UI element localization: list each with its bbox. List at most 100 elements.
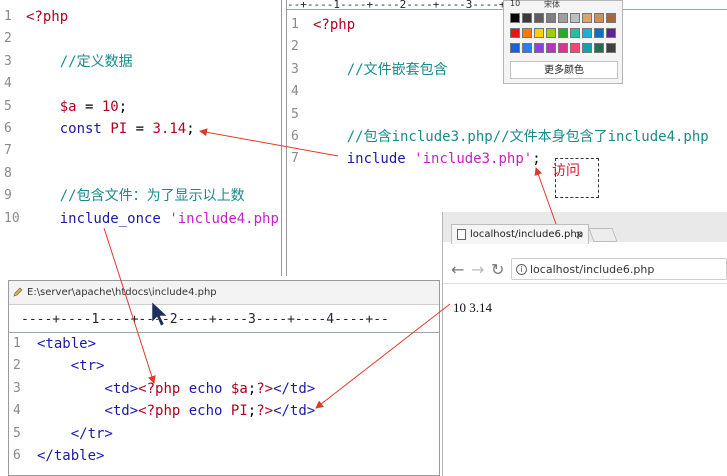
bottom-line-5[interactable]: 5 </tr>	[9, 423, 439, 445]
color-swatch[interactable]	[558, 28, 568, 38]
tab-strip: localhost/include6.php ×	[443, 212, 727, 244]
bottom-line-6[interactable]: 6 </table>	[9, 445, 439, 467]
include4-editor-window[interactable]: E:\server\apache\htdocs\include4.php ---…	[8, 280, 440, 476]
line-number: 2	[13, 358, 21, 374]
color-swatch[interactable]	[570, 28, 580, 38]
more-colors-button[interactable]: 更多颜色	[510, 61, 618, 79]
color-swatch[interactable]	[558, 13, 568, 23]
page-output: 10 3.14	[453, 300, 492, 315]
color-swatch[interactable]	[606, 43, 616, 53]
line-number: 2	[4, 31, 12, 47]
color-swatch[interactable]	[594, 13, 604, 23]
font-name-field[interactable]: 宋体	[544, 0, 560, 10]
line-number: 4	[4, 76, 12, 92]
bottom-line-2[interactable]: 2 <tr>	[9, 355, 439, 377]
line-number: 3	[13, 380, 21, 396]
left-line-2[interactable]: 2	[0, 28, 281, 50]
color-swatch[interactable]	[570, 43, 580, 53]
bottom-line-3[interactable]: 3 <td><?php echo $a;?></td>	[9, 378, 439, 400]
address-bar[interactable]: i localhost/include6.php	[511, 258, 727, 280]
color-palette[interactable]: 10 宋体 更多颜色	[503, 0, 623, 84]
browser-toolbar: ← → ↻ i localhost/include6.php	[443, 256, 727, 284]
right-line-7[interactable]: 7 include 'include3.php';	[287, 148, 727, 170]
line-number: 1	[291, 17, 299, 32]
info-icon[interactable]: i	[516, 264, 527, 275]
color-swatch[interactable]	[546, 28, 556, 38]
color-swatch[interactable]	[534, 13, 544, 23]
color-swatch[interactable]	[534, 28, 544, 38]
color-swatch[interactable]	[510, 13, 520, 23]
left-code-editor[interactable]: 1 <?php 2 3 //定义数据 4 5 $a = 10; 6 const PI = 3…	[0, 0, 282, 276]
code-text: //包含include3.php//文件本身包含了include4.php	[346, 129, 709, 145]
code-text: <?php	[26, 9, 69, 25]
code-text: //文件嵌套包含	[346, 61, 448, 78]
code-text: //定义数据	[59, 53, 133, 70]
color-swatch[interactable]	[594, 28, 604, 38]
code-text: <table>	[37, 336, 97, 352]
color-swatch[interactable]	[570, 13, 580, 23]
left-line-6[interactable]: 6 const PI = 3.14;	[0, 118, 281, 140]
line-number: 9	[4, 188, 12, 204]
left-line-10[interactable]: 10 include_once 'include4.php	[0, 208, 281, 230]
window-title-bar: E:\server\apache\htdocs\include4.php	[9, 281, 439, 305]
code-text: <td><?php echo PI;?></td>	[104, 403, 316, 420]
color-swatch[interactable]	[558, 43, 568, 53]
line-number: 4	[291, 84, 299, 100]
column-ruler-bottom: ----+----1----+----2----+----3----+----4…	[9, 307, 439, 333]
new-tab-button[interactable]	[588, 228, 618, 242]
bottom-line-1[interactable]: 1 <table>	[9, 333, 439, 355]
color-swatch[interactable]	[594, 43, 604, 53]
line-number: 5	[291, 106, 299, 122]
color-swatch[interactable]	[522, 13, 532, 23]
color-swatch[interactable]	[510, 28, 520, 38]
pencil-icon	[13, 287, 23, 297]
color-swatch[interactable]	[582, 28, 592, 38]
code-text: include_once 'include4.php	[59, 210, 279, 227]
left-line-9[interactable]: 9 //包含文件：为了显示以上数	[0, 185, 281, 207]
color-swatch[interactable]	[606, 13, 616, 23]
color-swatch[interactable]	[606, 28, 616, 38]
color-swatch[interactable]	[522, 43, 532, 53]
close-tab-icon[interactable]: ×	[575, 225, 584, 245]
color-swatch[interactable]	[546, 43, 556, 53]
line-number: 3	[4, 53, 12, 69]
code-text: <tr>	[70, 358, 105, 375]
left-line-3[interactable]: 3 //定义数据	[0, 51, 281, 73]
browser-window[interactable]: localhost/include6.php × ← → ↻ i localho…	[442, 212, 727, 476]
code-text: const PI = 3.14;	[59, 121, 195, 137]
font-size-field[interactable]: 10	[510, 0, 520, 8]
left-line-7[interactable]: 7	[0, 140, 281, 162]
color-swatch[interactable]	[546, 13, 556, 23]
color-swatch[interactable]	[534, 43, 544, 53]
line-number: 6	[4, 121, 12, 136]
bottom-line-4[interactable]: 4 <td><?php echo PI;?></td>	[9, 400, 439, 422]
code-text: </tr>	[70, 425, 113, 442]
page-icon	[457, 229, 466, 240]
code-text: include 'include3.php';	[346, 151, 541, 168]
window-title: E:\server\apache\htdocs\include4.php	[27, 287, 217, 298]
color-swatch[interactable]	[582, 13, 592, 23]
visit-annotation: 访问	[552, 163, 580, 179]
address-url: localhost/include6.php	[530, 263, 655, 276]
line-number: 7	[4, 143, 12, 159]
left-line-1[interactable]: 1 <?php	[0, 6, 281, 28]
forward-arrow-icon[interactable]: →	[471, 260, 484, 279]
color-swatch[interactable]	[582, 43, 592, 53]
browser-tab[interactable]: localhost/include6.php ×	[451, 224, 589, 244]
reload-icon[interactable]: ↻	[491, 260, 504, 279]
left-line-5[interactable]: 5 $a = 10;	[0, 96, 281, 118]
line-number: 6	[291, 129, 299, 144]
color-swatch[interactable]	[522, 28, 532, 38]
right-line-4[interactable]: 4	[287, 81, 727, 103]
left-line-8[interactable]: 8	[0, 163, 281, 185]
back-arrow-icon[interactable]: ←	[451, 260, 464, 279]
right-line-6[interactable]: 6 //包含include3.php//文件本身包含了include4.php	[287, 126, 727, 148]
right-line-5[interactable]: 5	[287, 104, 727, 126]
line-number: 5	[4, 98, 12, 114]
line-number: 1	[13, 336, 21, 351]
color-swatch[interactable]	[510, 43, 520, 53]
palette-top: 10 宋体	[508, 0, 620, 10]
line-number: 4	[13, 403, 21, 419]
left-line-4[interactable]: 4	[0, 73, 281, 95]
line-number: 2	[291, 39, 299, 55]
